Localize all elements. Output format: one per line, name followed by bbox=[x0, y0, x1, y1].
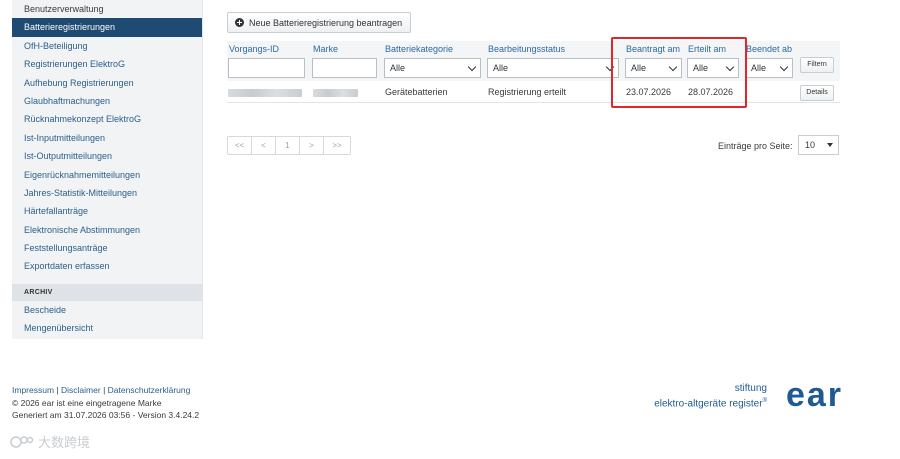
new-registration-label: Neue Batterieregistrierung beantragen bbox=[249, 17, 403, 28]
status-filter-select[interactable]: Alle bbox=[487, 58, 619, 78]
sidebar-item-batterieregistrierungen[interactable]: Batterieregistrierungen bbox=[12, 18, 202, 37]
brand-line-2: elektro-altgeräte register bbox=[654, 398, 763, 410]
date-columns-highlight bbox=[611, 37, 747, 108]
per-page-value: 10 bbox=[805, 140, 816, 150]
sidebar-item-aufhebung-registrierungen[interactable]: Aufhebung Registrierungen bbox=[12, 74, 202, 92]
sidebar-item-feststellungsantraege[interactable]: Feststellungsanträge bbox=[12, 239, 202, 257]
page-prev-button[interactable]: < bbox=[252, 137, 276, 154]
col-header-bearbeitungsstatus[interactable]: Bearbeitungsstatus bbox=[488, 44, 565, 54]
row-status: Registrierung erteilt bbox=[488, 87, 567, 97]
sidebar-item-ofh-beteiligung[interactable]: OfH-Beteiligung bbox=[12, 37, 202, 55]
disclaimer-link[interactable]: Disclaimer bbox=[61, 385, 101, 395]
col-header-vorgangs-id[interactable]: Vorgangs-ID bbox=[229, 44, 279, 54]
sidebar-section-archiv: ARCHIV bbox=[12, 283, 202, 301]
chevron-down-icon bbox=[779, 62, 789, 72]
new-registration-button[interactable]: Neue Batterieregistrierung beantragen bbox=[227, 12, 411, 33]
sidebar-item-bescheide[interactable]: Bescheide bbox=[12, 301, 202, 319]
plus-circle-icon bbox=[235, 18, 244, 27]
sidebar-item-ist-inputmitteilungen[interactable]: Ist-Inputmitteilungen bbox=[12, 129, 202, 147]
page-number-button[interactable]: 1 bbox=[276, 137, 300, 154]
sidebar-item-mengenuebersicht[interactable]: Mengenübersicht bbox=[12, 319, 202, 337]
caret-down-icon bbox=[827, 143, 833, 147]
sidebar-item-ruecknahmekonzept[interactable]: Rücknahmekonzept ElektroG bbox=[12, 110, 202, 128]
chevron-down-icon bbox=[467, 62, 477, 72]
sidebar-item-elektronische-abstimmungen[interactable]: Elektronische Abstimmungen bbox=[12, 221, 202, 239]
sidebar-item-eigenruecknahmemitteilungen[interactable]: Eigenrücknahmemitteilungen bbox=[12, 166, 202, 184]
beendet-filter-select[interactable]: Alle bbox=[745, 58, 793, 78]
per-page-select[interactable]: 10 bbox=[798, 135, 839, 155]
page-next-button[interactable]: > bbox=[300, 137, 324, 154]
details-button[interactable]: Details bbox=[800, 85, 834, 101]
kategorie-filter-value: Alle bbox=[390, 63, 406, 73]
kategorie-filter-select[interactable]: Alle bbox=[384, 58, 481, 78]
col-header-beendet-ab[interactable]: Beendet ab bbox=[746, 44, 792, 54]
page-first-button[interactable]: << bbox=[228, 137, 252, 154]
status-filter-value: Alle bbox=[493, 63, 509, 73]
watermark-logo-icon bbox=[10, 435, 34, 449]
watermark: 大数跨境 bbox=[10, 432, 90, 451]
footer: Impressum | Disclaimer | Datenschutzerkl… bbox=[12, 384, 199, 422]
col-header-batteriekategorie[interactable]: Batteriekategorie bbox=[385, 44, 453, 54]
pagination: << < 1 > >> bbox=[227, 136, 351, 155]
row-kategorie: Gerätebatterien bbox=[385, 87, 448, 97]
datenschutz-link[interactable]: Datenschutzerklärung bbox=[108, 385, 191, 395]
marke-value-redacted bbox=[313, 89, 358, 97]
generated-text: Generiert am 31.07.2026 03:56 - Version … bbox=[12, 410, 200, 420]
registered-mark: ® bbox=[762, 398, 767, 404]
beendet-filter-value: Alle bbox=[751, 63, 767, 73]
sidebar: Benutzerverwaltung Batterieregistrierung… bbox=[12, 0, 203, 339]
page-last-button[interactable]: >> bbox=[324, 137, 350, 154]
row-divider bbox=[227, 102, 840, 103]
watermark-text: 大数跨境 bbox=[38, 435, 91, 450]
footer-separator: | bbox=[56, 385, 59, 395]
per-page-label: Einträge pro Seite: bbox=[718, 141, 793, 151]
sidebar-item-glaubhaftmachungen[interactable]: Glaubhaftmachungen bbox=[12, 92, 202, 110]
ear-logo: ear bbox=[785, 376, 843, 414]
sidebar-item-ist-outputmitteilungen[interactable]: Ist-Outputmitteilungen bbox=[12, 147, 202, 165]
sidebar-item-benutzerverwaltung[interactable]: Benutzerverwaltung bbox=[12, 0, 202, 18]
filter-button[interactable]: Filtern bbox=[800, 57, 834, 73]
copyright-text: © 2026 ear ist eine eingetragene Marke bbox=[12, 397, 162, 408]
brand-logo: stiftung elektro-altgeräte register® ear bbox=[628, 378, 843, 416]
col-header-marke[interactable]: Marke bbox=[313, 44, 338, 54]
sidebar-item-haertefallantraege[interactable]: Härtefallanträge bbox=[12, 202, 202, 220]
sidebar-item-exportdaten-erfassen[interactable]: Exportdaten erfassen bbox=[12, 257, 202, 275]
vorgangs-id-filter-input[interactable] bbox=[228, 58, 305, 78]
marke-filter-input[interactable] bbox=[312, 58, 377, 78]
impressum-link[interactable]: Impressum bbox=[12, 385, 54, 395]
vorgangs-id-value-redacted bbox=[228, 89, 302, 97]
sidebar-item-jahres-statistik[interactable]: Jahres-Statistik-Mitteilungen bbox=[12, 184, 202, 202]
footer-separator: | bbox=[103, 385, 106, 395]
brand-line-1: stiftung bbox=[734, 383, 767, 394]
sidebar-item-registrierungen-elektrog[interactable]: Registrierungen ElektroG bbox=[12, 55, 202, 73]
